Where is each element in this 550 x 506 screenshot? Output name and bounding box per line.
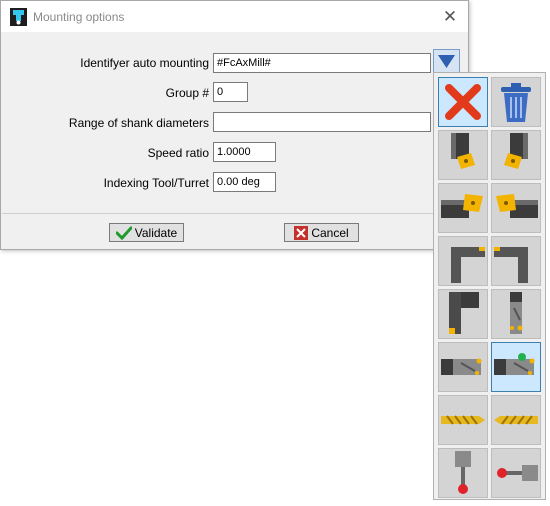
cancel-label: Cancel: [311, 225, 349, 240]
turning-holder-side-right-icon: [496, 194, 538, 218]
tool-dropdown-button[interactable]: [433, 49, 460, 73]
window-title: Mounting options: [33, 10, 125, 24]
palette-item-side-right[interactable]: [491, 183, 541, 233]
mounting-options-dialog: Mounting options ✕ Identifyer auto mount…: [0, 0, 469, 250]
grooving-tool-left-icon: [451, 247, 485, 283]
cancel-button[interactable]: Cancel: [284, 223, 359, 242]
speed-ratio-input[interactable]: [213, 142, 276, 162]
shank-label: Range of shank diameters: [68, 116, 209, 130]
app-icon: [10, 8, 27, 26]
palette-item-parting-left[interactable]: [438, 289, 488, 339]
group-input[interactable]: [213, 82, 248, 102]
boring-bar-outer-icon: [441, 358, 482, 375]
drill-right-icon: [494, 415, 538, 425]
palette-item-delete[interactable]: [438, 77, 488, 127]
palette-item-probe-vertical[interactable]: [438, 448, 488, 498]
validate-label: Validate: [134, 225, 178, 240]
close-button[interactable]: ✕: [439, 6, 461, 28]
drill-left-icon: [441, 415, 485, 425]
turning-holder-left-icon: [451, 133, 475, 169]
palette-item-trash[interactable]: [491, 77, 541, 127]
palette-item-grooving-right[interactable]: [491, 236, 541, 286]
probe-horizontal-icon: [497, 465, 538, 481]
identifier-label: Identifyer auto mounting: [80, 56, 209, 70]
triangle-down-icon: [438, 55, 455, 68]
palette-item-boring-outer[interactable]: [438, 342, 488, 392]
group-label: Group #: [165, 86, 209, 100]
palette-item-holder-right[interactable]: [491, 130, 541, 180]
checkmark-icon: [115, 226, 132, 240]
parting-tool-left-icon: [449, 292, 479, 334]
boring-bar-icon: [510, 292, 523, 334]
validate-button[interactable]: Validate: [109, 223, 184, 242]
palette-item-drill-left[interactable]: [438, 395, 488, 445]
cancel-x-icon: [294, 225, 309, 240]
turning-holder-side-left-icon: [441, 194, 483, 218]
palette-item-probe-horizontal[interactable]: [491, 448, 541, 498]
close-icon: ✕: [442, 7, 458, 26]
palette-item-boring-bar[interactable]: [491, 289, 541, 339]
indexing-label: Indexing Tool/Turret: [103, 176, 209, 190]
grooving-tool-right-icon: [494, 247, 528, 283]
identifier-input[interactable]: [213, 53, 431, 73]
trash-can-icon: [501, 83, 531, 122]
speed-ratio-label: Speed ratio: [147, 146, 209, 160]
red-x-icon: [445, 84, 481, 120]
title-bar: Mounting options ✕: [1, 1, 468, 32]
separator: [2, 213, 468, 214]
palette-item-holder-left[interactable]: [438, 130, 488, 180]
palette-item-drill-right[interactable]: [491, 395, 541, 445]
palette-item-boring-inner[interactable]: [491, 342, 541, 392]
palette-item-grooving-left[interactable]: [438, 236, 488, 286]
turning-holder-right-icon: [504, 133, 528, 169]
palette-item-side-left[interactable]: [438, 183, 488, 233]
tool-palette: [433, 72, 546, 500]
probe-vertical-icon: [455, 451, 471, 494]
boring-bar-inner-tool-icon: [494, 353, 535, 375]
indexing-input[interactable]: [213, 172, 276, 192]
shank-diameters-input[interactable]: [213, 112, 431, 132]
